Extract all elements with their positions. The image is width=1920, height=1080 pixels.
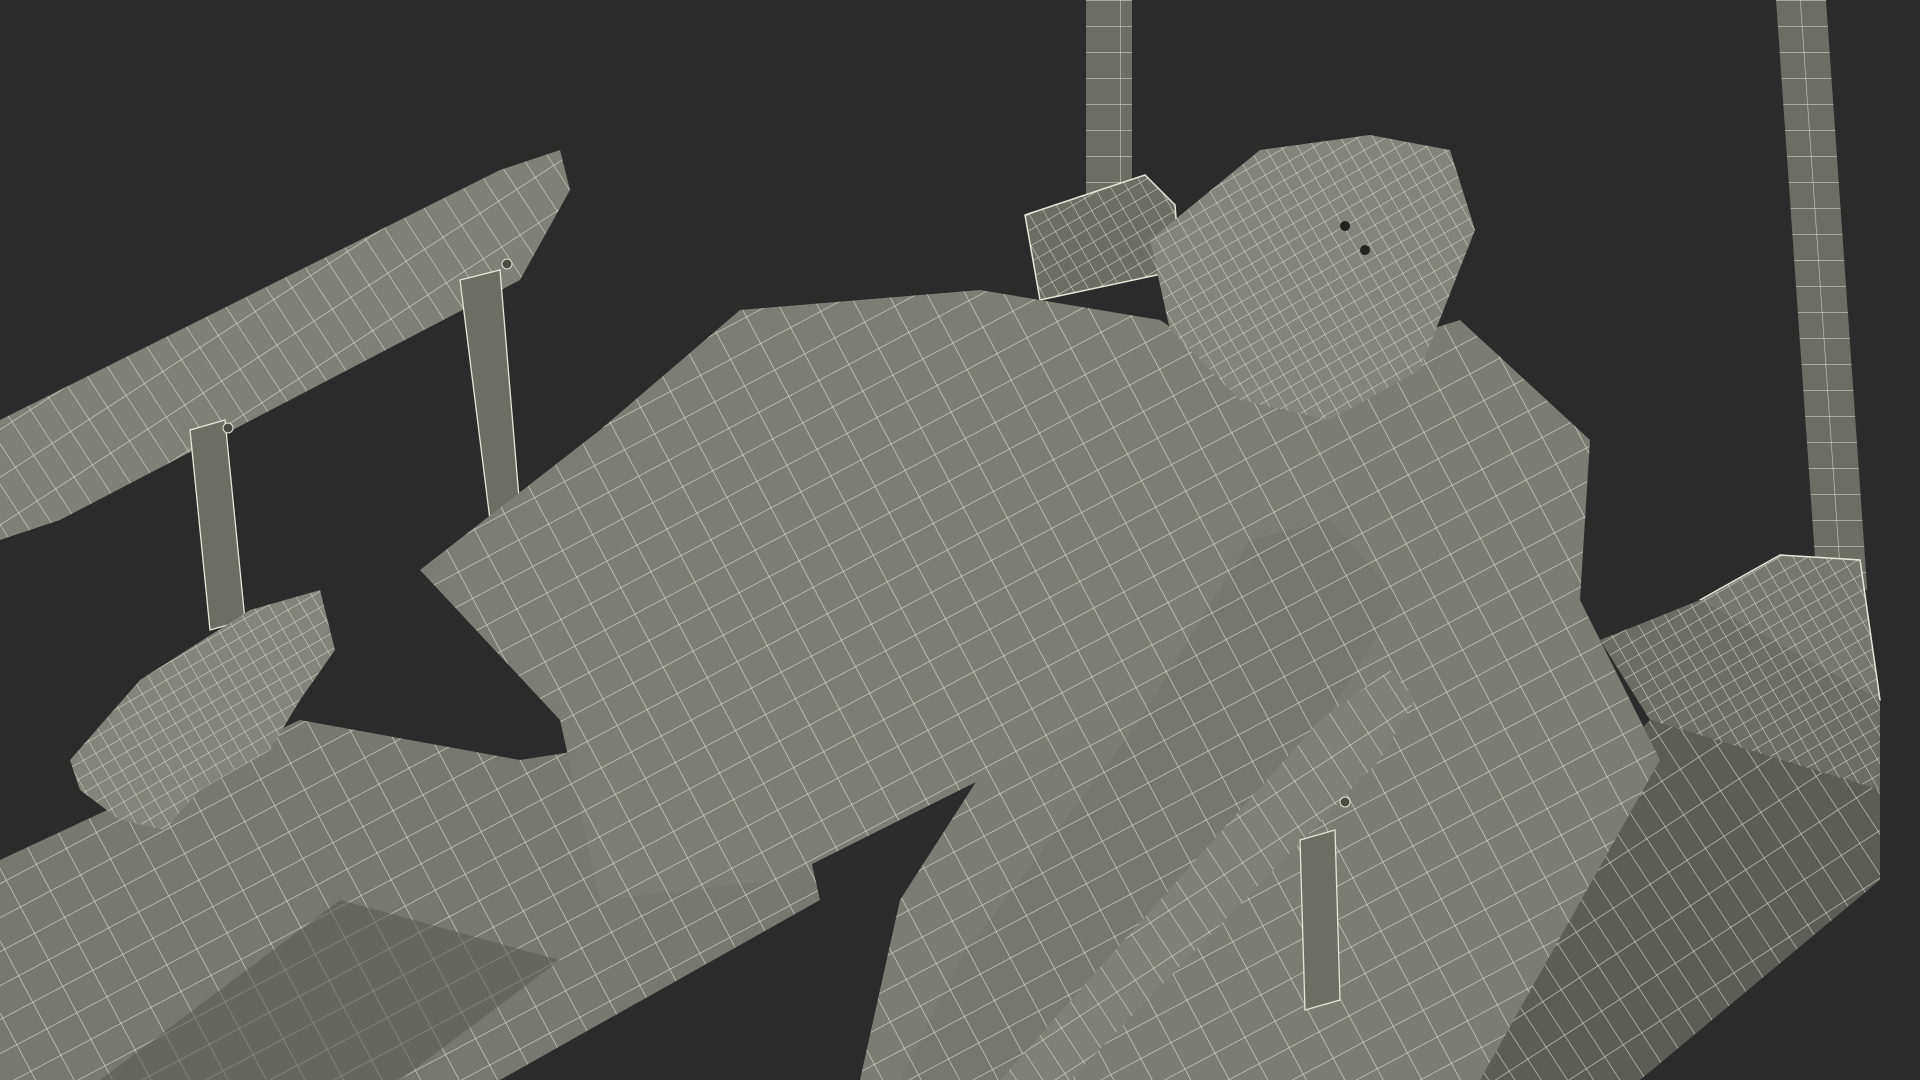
wireframe-render-viewport (0, 0, 1920, 1080)
